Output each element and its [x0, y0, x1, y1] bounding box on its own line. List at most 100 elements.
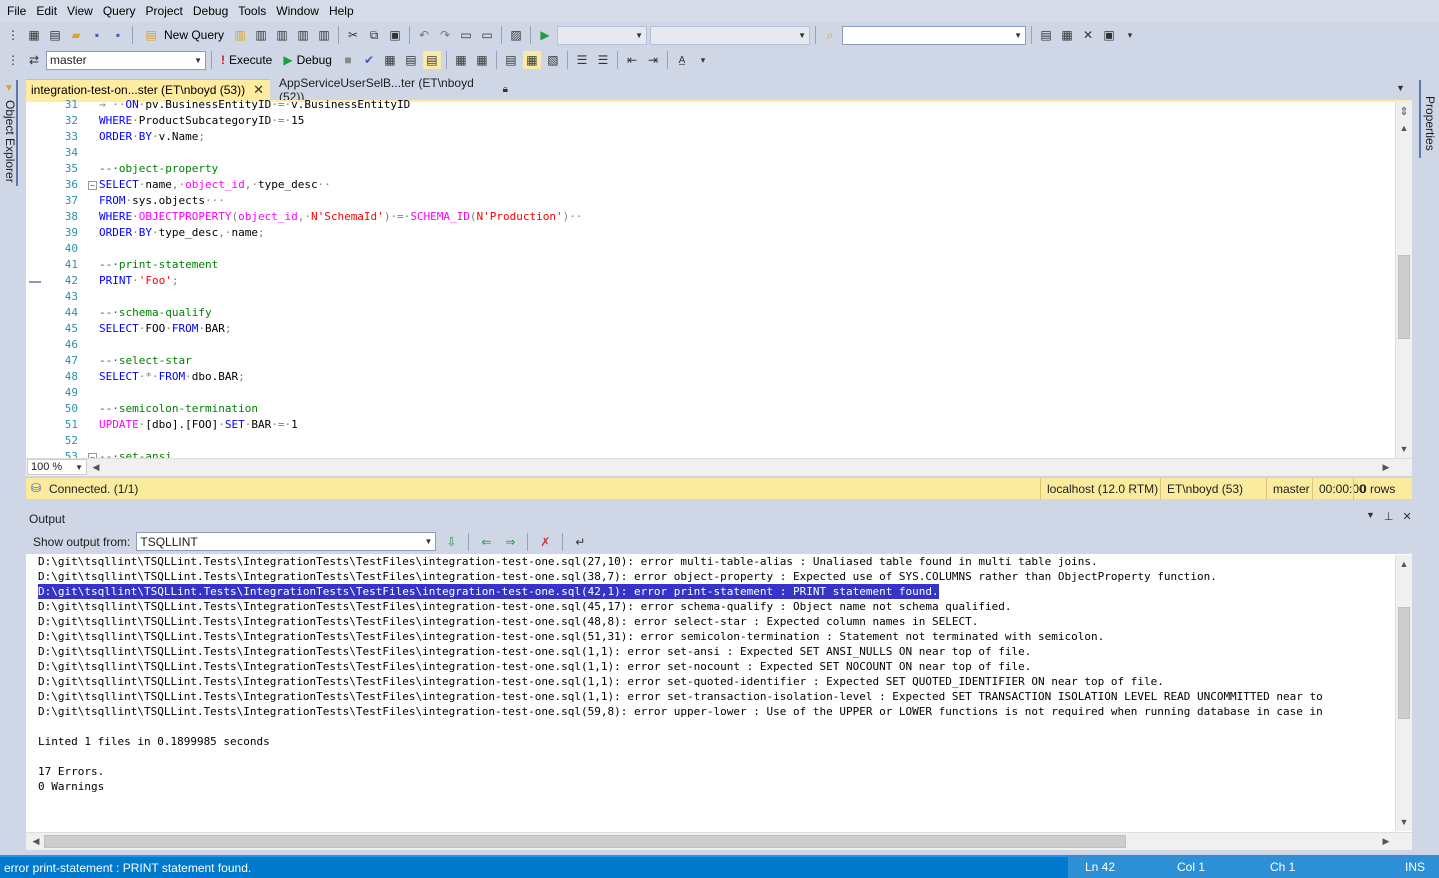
output-line[interactable]: D:\git\tsqllint\TSQLLint.Tests\Integrati…: [38, 644, 1031, 659]
output-line[interactable]: D:\git\tsqllint\TSQLLint.Tests\Integrati…: [38, 554, 1098, 569]
output-line[interactable]: D:\git\tsqllint\TSQLLint.Tests\Integrati…: [38, 629, 1104, 644]
copy-icon[interactable]: ⧉: [365, 26, 383, 44]
output-line[interactable]: D:\git\tsqllint\TSQLLint.Tests\Integrati…: [38, 689, 1323, 704]
output-text[interactable]: D:\git\tsqllint\TSQLLint.Tests\Integrati…: [38, 554, 1395, 831]
output-line[interactable]: D:\git\tsqllint\TSQLLint.Tests\Integrati…: [38, 614, 978, 629]
results-to-grid-icon[interactable]: ▦: [522, 51, 541, 69]
code-line[interactable]: ORDER·BY·v.Name;: [99, 129, 205, 145]
solution-explorer-icon[interactable]: ▤: [1037, 26, 1055, 44]
output-line-selected[interactable]: D:\git\tsqllint\TSQLLint.Tests\Integrati…: [38, 584, 939, 599]
scroll-left-icon[interactable]: ◀: [28, 833, 44, 849]
toolbar-options-icon[interactable]: ▾: [1121, 26, 1139, 44]
code-line[interactable]: WHERE·OBJECTPROPERTY (object_id,·N'Schema…: [99, 209, 583, 225]
scroll-thumb[interactable]: [1398, 607, 1410, 719]
code-line[interactable]: SELECT·FOO·FROM·BAR;: [99, 321, 232, 337]
menu-edit[interactable]: Edit: [31, 4, 62, 18]
scroll-down-icon[interactable]: ▼: [1396, 814, 1412, 830]
code-line[interactable]: WHERE·ProductSubcategoryID·=·15: [99, 113, 304, 129]
new-project-icon[interactable]: ▦: [25, 26, 43, 44]
available-databases-combo[interactable]: master ▼: [46, 50, 206, 70]
close-icon[interactable]: ✕: [1403, 510, 1412, 523]
code-line[interactable]: --·print-statement: [99, 257, 218, 273]
output-source-combo[interactable]: TSQLLINT ▼: [136, 532, 437, 551]
output-line[interactable]: D:\git\tsqllint\TSQLLint.Tests\Integrati…: [38, 704, 1323, 719]
scroll-thumb[interactable]: [44, 835, 1126, 848]
window-menu-icon[interactable]: ▼: [1366, 510, 1375, 523]
code-line[interactable]: UPDATE·[dbo].[FOO]·SET·BAR·=·1: [99, 417, 298, 433]
open-file-icon[interactable]: ▰: [67, 26, 85, 44]
actual-plan-icon[interactable]: ▦: [452, 51, 470, 69]
output-vertical-scrollbar[interactable]: ▲ ▼: [1395, 555, 1412, 831]
change-connection-icon[interactable]: ⇄: [25, 51, 43, 69]
go-to-next-icon[interactable]: ⇒: [501, 533, 519, 551]
zoom-combo[interactable]: 100 % ▼: [27, 459, 87, 475]
output-line[interactable]: D:\git\tsqllint\TSQLLint.Tests\Integrati…: [38, 674, 1164, 689]
scroll-down-icon[interactable]: ▼: [1396, 441, 1412, 457]
decrease-indent-icon[interactable]: ⇤: [623, 51, 641, 69]
cut-icon[interactable]: ✂: [344, 26, 362, 44]
editor-horizontal-scrollbar[interactable]: ◀ ▶: [26, 458, 1412, 476]
code-line[interactable]: SELECT·name,·object_id,·type_desc··: [99, 177, 331, 193]
code-line[interactable]: → ··ON·pv.BusinessEntityID·=·v.BusinessE…: [99, 100, 410, 113]
db-engine-query-icon[interactable]: ▥: [231, 26, 249, 44]
xmla-query-icon[interactable]: ▥: [315, 26, 333, 44]
paste-icon[interactable]: ▣: [386, 26, 404, 44]
properties-window-icon[interactable]: ▦: [1058, 26, 1076, 44]
toolbox-icon[interactable]: ✕: [1079, 26, 1097, 44]
code-line[interactable]: SELECT·*·FROM·dbo.BAR;: [99, 369, 245, 385]
redo-icon[interactable]: ↷: [436, 26, 454, 44]
menu-view[interactable]: View: [62, 4, 98, 18]
cancel-query-icon[interactable]: ■: [339, 51, 357, 69]
code-line[interactable]: --·set-ansi: [99, 449, 172, 458]
menu-window[interactable]: Window: [271, 4, 324, 18]
find-message-icon[interactable]: ⇩: [442, 533, 460, 551]
dmx-query-icon[interactable]: ▥: [294, 26, 312, 44]
debug-button[interactable]: ▶ Debug: [279, 50, 336, 70]
code-line[interactable]: ORDER·BY·type_desc,·name;: [99, 225, 265, 241]
code-line[interactable]: --·schema-qualify: [99, 305, 212, 321]
output-horizontal-scrollbar[interactable]: ◀ ▶: [26, 832, 1412, 850]
increase-indent-icon[interactable]: ⇥: [644, 51, 662, 69]
pin-icon[interactable]: ⊥: [1384, 510, 1394, 523]
scroll-up-icon[interactable]: ▲: [1396, 556, 1412, 572]
results-to-file-icon[interactable]: ▧: [544, 51, 562, 69]
output-line[interactable]: D:\git\tsqllint\TSQLLint.Tests\Integrati…: [38, 569, 1217, 584]
go-to-previous-icon[interactable]: ⇐: [477, 533, 495, 551]
save-all-icon[interactable]: ▪: [109, 26, 127, 44]
start-icon[interactable]: ▶: [536, 26, 554, 44]
code-line[interactable]: --·object-property: [99, 161, 218, 177]
menu-query[interactable]: Query: [98, 4, 141, 18]
menu-project[interactable]: Project: [141, 4, 188, 18]
find-combo[interactable]: ▼: [842, 25, 1027, 45]
analysis-query-icon[interactable]: ▥: [252, 26, 270, 44]
comment-icon[interactable]: ☰: [573, 51, 591, 69]
scroll-left-icon[interactable]: ◀: [88, 459, 104, 475]
add-item-icon[interactable]: ▤: [46, 26, 64, 44]
window-icon[interactable]: ▭: [478, 26, 496, 44]
menu-tools[interactable]: Tools: [233, 4, 271, 18]
template-explorer-icon[interactable]: ▣: [1100, 26, 1118, 44]
scroll-up-icon[interactable]: ▲: [1396, 120, 1412, 136]
collapse-icon[interactable]: −: [88, 181, 97, 190]
navigate-icon[interactable]: ▭: [457, 26, 475, 44]
code-area[interactable]: → ··ON·pv.BusinessEntityID·=·v.BusinessE…: [99, 100, 1389, 458]
query-designer-icon[interactable]: ▤: [402, 51, 420, 69]
code-line[interactable]: --·semicolon-termination: [99, 401, 258, 417]
results-to-text-icon[interactable]: ▤: [502, 51, 520, 69]
scroll-right-icon[interactable]: ▶: [1378, 459, 1394, 475]
specify-values-icon[interactable]: A̲: [673, 51, 691, 69]
solution-config-combo[interactable]: ▼: [557, 25, 648, 45]
clear-all-icon[interactable]: ✗: [536, 533, 554, 551]
undo-icon[interactable]: ↶: [415, 26, 433, 44]
uncomment-icon[interactable]: ☰: [594, 51, 612, 69]
tab-integration-test-one[interactable]: integration-test-on...ster (ET\nboyd (53…: [26, 79, 270, 100]
menu-debug[interactable]: Debug: [188, 4, 233, 18]
code-line[interactable]: --·select-star: [99, 353, 192, 369]
display-plan-icon[interactable]: ▦: [381, 51, 399, 69]
tab-list-dropdown-icon[interactable]: ▼: [1396, 83, 1405, 93]
split-icon[interactable]: ⇕: [1396, 103, 1412, 119]
code-line[interactable]: FROM·sys.objects···: [99, 193, 225, 209]
save-icon[interactable]: ▪: [88, 26, 106, 44]
scroll-thumb[interactable]: [1398, 255, 1410, 339]
mdx-query-icon[interactable]: ▥: [273, 26, 291, 44]
